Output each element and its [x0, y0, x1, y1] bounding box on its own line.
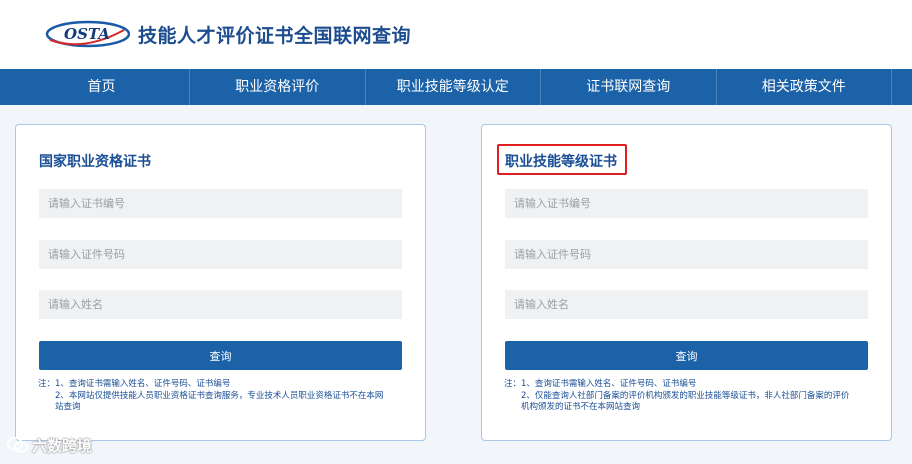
header: OSTA 技能人才评价证书全国联网查询: [0, 0, 912, 69]
notes: 注：1、查询证书需输入姓名、证件号码、证书编号 2、仅能查询人社部门备案的评价机…: [504, 379, 874, 414]
note-line: 机构颁发的证书不在本网站查询: [521, 402, 641, 412]
chat-bubble-icon: [7, 437, 28, 453]
note-line: 2、仅能查询人社部门备案的评价机构颁发的职业技能等级证书，非人社部门备案的评价: [521, 390, 850, 401]
nav-vocational-qualification[interactable]: 职业资格评价: [190, 69, 366, 105]
skill-level-card: 职业技能等级证书 查询 注：1、查询证书需输入姓名、证件号码、证书编号 2、仅能…: [481, 124, 892, 441]
card-title: 职业技能等级证书: [505, 154, 617, 170]
id-number-input[interactable]: [505, 240, 868, 269]
site-title: 技能人才评价证书全国联网查询: [138, 25, 412, 47]
notes: 注：1、查询证书需输入姓名、证件号码、证书编号 2、本网站仅提供技能人员职业资格…: [38, 379, 408, 414]
nav-certificate-query[interactable]: 证书联网查询: [541, 69, 717, 105]
card-title: 国家职业资格证书: [39, 154, 151, 170]
nav-home[interactable]: 首页: [0, 69, 190, 105]
main-nav: 首页 职业资格评价 职业技能等级认定 证书联网查询 相关政策文件: [0, 69, 912, 105]
logo-text: OSTA: [64, 25, 110, 43]
cert-number-input[interactable]: [505, 189, 868, 218]
note-line: 注：1、查询证书需输入姓名、证件号码、证书编号: [38, 379, 231, 389]
cert-number-input[interactable]: [39, 189, 402, 218]
note-line: 2、本网站仅提供技能人员职业资格证书查询服务，专业技术人员职业资格证书不在本网: [55, 390, 384, 401]
nav-skill-level[interactable]: 职业技能等级认定: [366, 69, 541, 105]
watermark: 六数跨境: [6, 433, 92, 457]
name-input[interactable]: [505, 290, 868, 319]
note-line: 注：1、查询证书需输入姓名、证件号码、证书编号: [504, 379, 697, 389]
osta-logo[interactable]: OSTA: [44, 18, 130, 50]
nav-policy-files[interactable]: 相关政策文件: [717, 69, 892, 105]
note-line: 站查询: [55, 402, 81, 412]
query-button[interactable]: 查询: [39, 341, 402, 370]
watermark-text: 六数跨境: [32, 436, 93, 455]
national-qualification-card: 国家职业资格证书 查询 注：1、查询证书需输入姓名、证件号码、证书编号 2、本网…: [15, 124, 426, 441]
query-button[interactable]: 查询: [505, 341, 868, 370]
name-input[interactable]: [39, 290, 402, 319]
id-number-input[interactable]: [39, 240, 402, 269]
